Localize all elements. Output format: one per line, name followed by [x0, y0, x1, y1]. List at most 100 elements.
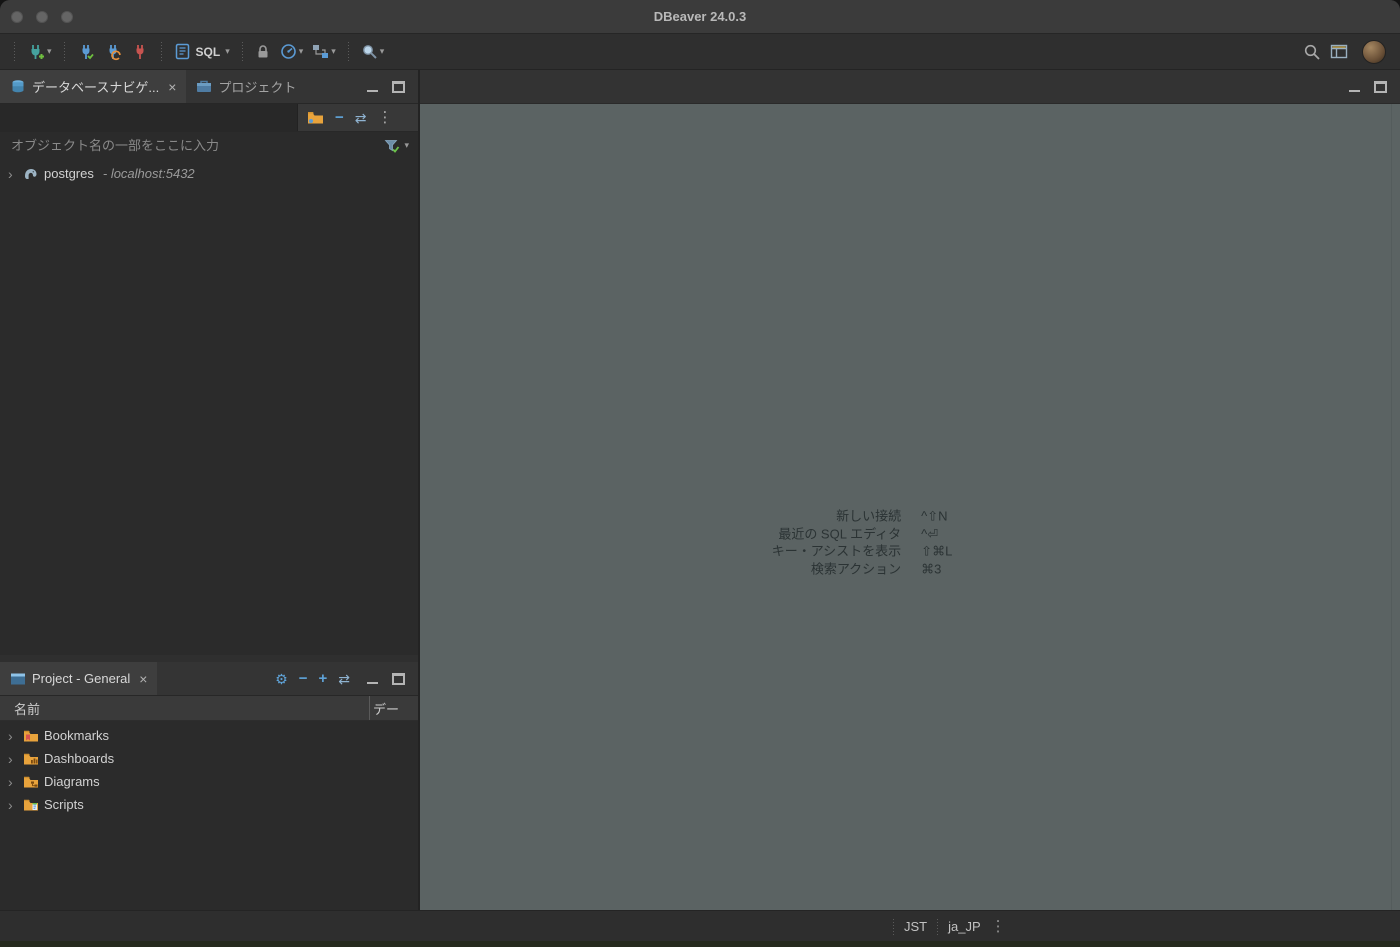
sql-editor-icon [175, 43, 189, 60]
minimize-panel-icon[interactable] [1349, 81, 1360, 92]
status-separator [937, 918, 939, 935]
database-stack-icon [12, 79, 24, 92]
toolbar-separator [241, 41, 243, 62]
navigator-filter-row: ▾ [0, 132, 418, 159]
maximize-panel-icon[interactable] [392, 80, 405, 93]
tab-database-navigator[interactable]: データベースナビゲ... × [0, 70, 187, 103]
toolbar-separator [160, 41, 162, 62]
search-database-icon [362, 45, 377, 59]
dbeaver-window: DBeaver 24.0.3 ▾ SQL ▾ ▾ ▾ ▾ データベースナビゲ..… [0, 0, 1400, 947]
link-with-editor-icon[interactable]: ⇄ [338, 672, 350, 686]
expand-chevron-icon[interactable]: › [8, 752, 21, 766]
tree-row-postgres[interactable]: › postgres - localhost:5432 [0, 162, 418, 185]
navigator-subbar-inset [0, 104, 298, 131]
expand-chevron-icon[interactable]: › [8, 775, 21, 789]
close-tab-icon[interactable]: × [168, 80, 176, 94]
global-search-button[interactable] [1300, 41, 1324, 63]
panel-window-controls [1336, 70, 1400, 103]
status-separator [893, 918, 894, 935]
perspective-icon [1330, 44, 1348, 58]
tree-item-label: Dashboards [44, 751, 115, 766]
project-tree: › Bookmarks › Dashboards › Diagrams › Sc… [0, 721, 418, 816]
chevron-down-icon[interactable]: ▾ [404, 141, 409, 150]
tree-row-dashboards[interactable]: › Dashboards [0, 747, 418, 770]
connection-name: postgres [44, 166, 94, 181]
collapse-all-icon[interactable]: − [335, 110, 344, 125]
object-filter-input[interactable] [9, 137, 381, 154]
desktop-edge-strip [0, 941, 1400, 947]
chevron-down-icon: ▾ [298, 46, 304, 56]
tree-row-bookmarks[interactable]: › Bookmarks [0, 724, 418, 747]
rollback-button[interactable] [101, 41, 125, 63]
horizontal-splitter[interactable] [0, 655, 418, 662]
tree-row-scripts[interactable]: › Scripts [0, 793, 418, 816]
tab-label: プロジェクト [218, 80, 297, 95]
navigator-subbar-icons: − ⇄ ⋮ [298, 104, 418, 131]
connection-folder-icon[interactable] [307, 109, 324, 126]
status-timezone[interactable]: JST [904, 919, 927, 934]
titlebar: DBeaver 24.0.3 [0, 0, 1400, 34]
tree-row-diagrams[interactable]: › Diagrams [0, 770, 418, 793]
isolation-level-button[interactable]: ▾ [277, 41, 307, 62]
hint-label: 最近の SQL エディタ [778, 526, 902, 541]
hint-label: 新しい接続 [836, 508, 902, 524]
minimize-panel-icon[interactable] [367, 673, 378, 684]
project-table-header: 名前 デー [0, 696, 418, 721]
tab-project-general[interactable]: Project - General × [0, 662, 158, 695]
sql-editor-button[interactable]: SQL ▾ [171, 41, 233, 62]
project-window-icon [11, 673, 25, 684]
tree-item-label: Scripts [44, 797, 84, 812]
postgresql-icon [21, 165, 40, 182]
expand-chevron-icon[interactable]: › [8, 798, 21, 812]
rollback-icon [109, 44, 121, 60]
keyboard-shortcut-hints: 新しい接続 ^⇧N 最近の SQL エディタ ^⏎ キー・アシストを表示 ⇧⌘L… [772, 509, 953, 578]
transaction-mode-button[interactable] [128, 41, 152, 63]
open-perspective-button[interactable] [1327, 41, 1351, 63]
commit-button[interactable] [74, 41, 98, 63]
editor-tabbar [420, 70, 1400, 104]
projects-icon [197, 80, 212, 92]
navigator-tree: › postgres - localhost:5432 [0, 159, 418, 185]
chevron-down-icon: ▾ [331, 46, 336, 56]
hint-label: 検索アクション [810, 561, 902, 576]
lock-icon [258, 44, 268, 57]
metadata-search-button[interactable]: ▾ [358, 41, 388, 62]
commit-icon [82, 44, 94, 59]
expand-chevron-icon[interactable]: › [8, 729, 21, 743]
new-connection-button[interactable]: ▾ [24, 41, 55, 63]
filter-funnel-icon[interactable] [384, 138, 400, 154]
collapse-all-icon[interactable]: − [299, 671, 308, 686]
view-menu-icon[interactable]: ⋮ [378, 110, 393, 125]
user-avatar[interactable] [1362, 39, 1386, 64]
expand-chevron-icon[interactable]: › [8, 167, 21, 181]
link-with-editor-icon[interactable]: ⇄ [355, 111, 367, 125]
search-icon [1304, 44, 1320, 60]
status-bar: JST ja_JP ⋮ [0, 910, 1400, 942]
gauge-icon [280, 44, 296, 59]
navigator-tabbar: データベースナビゲ... × プロジェクト [0, 70, 418, 104]
chevron-down-icon: ▾ [379, 46, 385, 56]
transaction-mode-icon [136, 44, 144, 59]
tab-projects[interactable]: プロジェクト [186, 70, 306, 103]
status-overflow-icon[interactable]: ⋮ [991, 919, 1006, 934]
read-only-toggle-button[interactable] [252, 42, 274, 62]
maximize-panel-icon[interactable] [392, 672, 405, 685]
bookmarks-folder-icon [21, 728, 40, 744]
maximize-panel-icon[interactable] [1374, 80, 1387, 93]
project-tabbar: Project - General × ⚙ − + ⇄ [0, 662, 418, 696]
network-icon [313, 45, 329, 58]
status-locale[interactable]: ja_JP [948, 919, 981, 934]
empty-editor-background[interactable]: 新しい接続 ^⇧N 最近の SQL エディタ ^⏎ キー・アシストを表示 ⇧⌘L… [420, 104, 1400, 910]
chevron-down-icon: ▾ [47, 46, 52, 56]
minimize-panel-icon[interactable] [367, 81, 378, 92]
window-title: DBeaver 24.0.3 [653, 9, 747, 24]
close-tab-icon[interactable]: × [139, 672, 147, 686]
column-header-name[interactable]: 名前 [0, 699, 369, 718]
panel-window-controls [354, 662, 418, 695]
network-settings-button[interactable]: ▾ [309, 41, 339, 62]
hint-keys: ^⇧N [921, 508, 948, 524]
settings-gear-icon[interactable]: ⚙ [275, 672, 288, 686]
expand-all-icon[interactable]: + [319, 671, 328, 686]
status-items: JST ja_JP ⋮ [893, 911, 1006, 942]
column-header-datasource[interactable]: デー [370, 699, 418, 718]
